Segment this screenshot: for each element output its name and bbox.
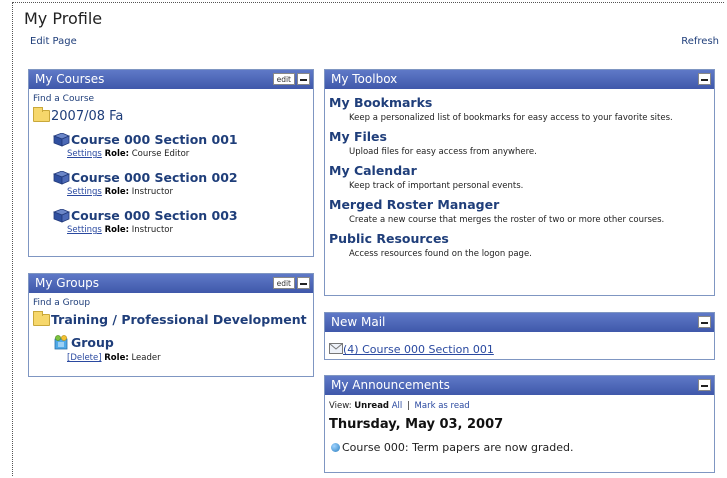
toolbox-item-calendar[interactable]: My Calendar <box>329 163 710 178</box>
courses-panel-header: My Courses edit <box>29 70 313 89</box>
mail-panel-title: New Mail <box>331 315 386 329</box>
view-all-link[interactable]: All <box>392 401 403 411</box>
group-row: Group <box>33 332 309 351</box>
toolbox-panel-header: My Toolbox <box>325 70 714 89</box>
announcements-panel-header: My Announcements <box>325 376 714 395</box>
role-label: Role: <box>104 353 129 363</box>
role-label: Role: <box>104 187 130 197</box>
role-value: Instructor <box>131 225 173 235</box>
course-settings-link[interactable]: Settings <box>67 149 102 159</box>
page-title: My Profile <box>24 9 103 28</box>
book-icon <box>53 209 70 223</box>
course-link[interactable]: Course 000 Section 003 <box>71 208 238 223</box>
course-row: Course 000 Section 001 <box>33 129 309 148</box>
view-label: View: <box>329 401 352 411</box>
announcement-item[interactable]: Course 000: Term papers are now graded. <box>342 441 573 454</box>
announcements-panel-title: My Announcements <box>331 378 450 392</box>
find-group-link[interactable]: Find a Group <box>33 298 309 308</box>
courses-edit-button[interactable]: edit <box>272 73 295 85</box>
view-unread[interactable]: Unread <box>354 401 389 411</box>
book-icon <box>53 133 70 147</box>
group-icon <box>54 335 68 350</box>
toolbox-item-roster-manager[interactable]: Merged Roster Manager <box>329 197 710 212</box>
course-link[interactable]: Course 000 Section 001 <box>71 132 238 147</box>
groups-edit-button[interactable]: edit <box>272 277 295 289</box>
mail-panel: New Mail (4) Course 000 Section 001 <box>324 312 715 360</box>
groups-panel-title: My Groups <box>35 276 100 290</box>
announcements-panel: My Announcements View: Unread All | Mark… <box>324 375 715 473</box>
folder-icon <box>33 311 50 326</box>
new-mail-link[interactable]: (4) Course 000 Section 001 <box>343 343 494 356</box>
term-folder[interactable]: 2007/08 Fa <box>51 109 123 124</box>
toolbox-item-desc: Upload files for easy access from anywhe… <box>349 147 537 157</box>
role-value: Instructor <box>131 187 173 197</box>
group-delete-link[interactable]: [Delete] <box>67 353 102 363</box>
groups-panel: My Groups edit Find a Group Training / P… <box>28 273 314 377</box>
mail-panel-header: New Mail <box>325 313 714 332</box>
globe-icon <box>331 443 340 452</box>
separator: | <box>406 401 410 411</box>
course-row: Course 000 Section 002 <box>33 167 309 186</box>
course-settings-link[interactable]: Settings <box>67 187 102 197</box>
toolbox-panel-title: My Toolbox <box>331 72 398 86</box>
role-label: Role: <box>104 149 130 159</box>
toolbox-item-files[interactable]: My Files <box>329 129 710 144</box>
toolbox-panel: My Toolbox My Bookmarks Keep a personali… <box>324 69 715 296</box>
announcements-minimize-button[interactable] <box>698 379 711 391</box>
group-link[interactable]: Group <box>71 335 114 350</box>
toolbox-item-desc: Access resources found on the logon page… <box>349 249 532 259</box>
announcement-date: Thursday, May 03, 2007 <box>329 417 504 432</box>
mail-icon <box>329 343 343 354</box>
role-label: Role: <box>104 225 130 235</box>
find-course-link[interactable]: Find a Course <box>33 94 309 104</box>
announcement-view-filter: View: Unread All | Mark as read <box>329 401 710 411</box>
toolbox-item-desc: Keep track of important personal events. <box>349 181 524 191</box>
toolbox-item-desc: Create a new course that merges the rost… <box>349 215 665 225</box>
book-icon <box>53 171 70 185</box>
courses-panel-title: My Courses <box>35 72 105 86</box>
toolbox-item-public-resources[interactable]: Public Resources <box>329 231 710 246</box>
role-value: Course Editor <box>131 149 190 159</box>
groups-minimize-button[interactable] <box>297 277 310 289</box>
toolbox-item-desc: Keep a personalized list of bookmarks fo… <box>349 113 673 123</box>
groups-panel-header: My Groups edit <box>29 274 313 293</box>
mark-as-read-link[interactable]: Mark as read <box>415 401 470 411</box>
course-settings-link[interactable]: Settings <box>67 225 102 235</box>
courses-minimize-button[interactable] <box>297 73 310 85</box>
role-value: Leader <box>131 353 161 363</box>
refresh-link[interactable]: Refresh <box>681 36 719 47</box>
folder-icon <box>33 107 50 122</box>
course-row: Course 000 Section 003 <box>33 205 309 224</box>
toolbox-minimize-button[interactable] <box>698 73 711 85</box>
group-folder[interactable]: Training / Professional Development <box>51 312 307 327</box>
edit-page-link[interactable]: Edit Page <box>30 36 77 47</box>
course-link[interactable]: Course 000 Section 002 <box>71 170 238 185</box>
mail-minimize-button[interactable] <box>698 316 711 328</box>
courses-panel: My Courses edit Find a Course 2007/08 Fa… <box>28 69 314 257</box>
toolbox-item-bookmarks[interactable]: My Bookmarks <box>329 95 710 110</box>
